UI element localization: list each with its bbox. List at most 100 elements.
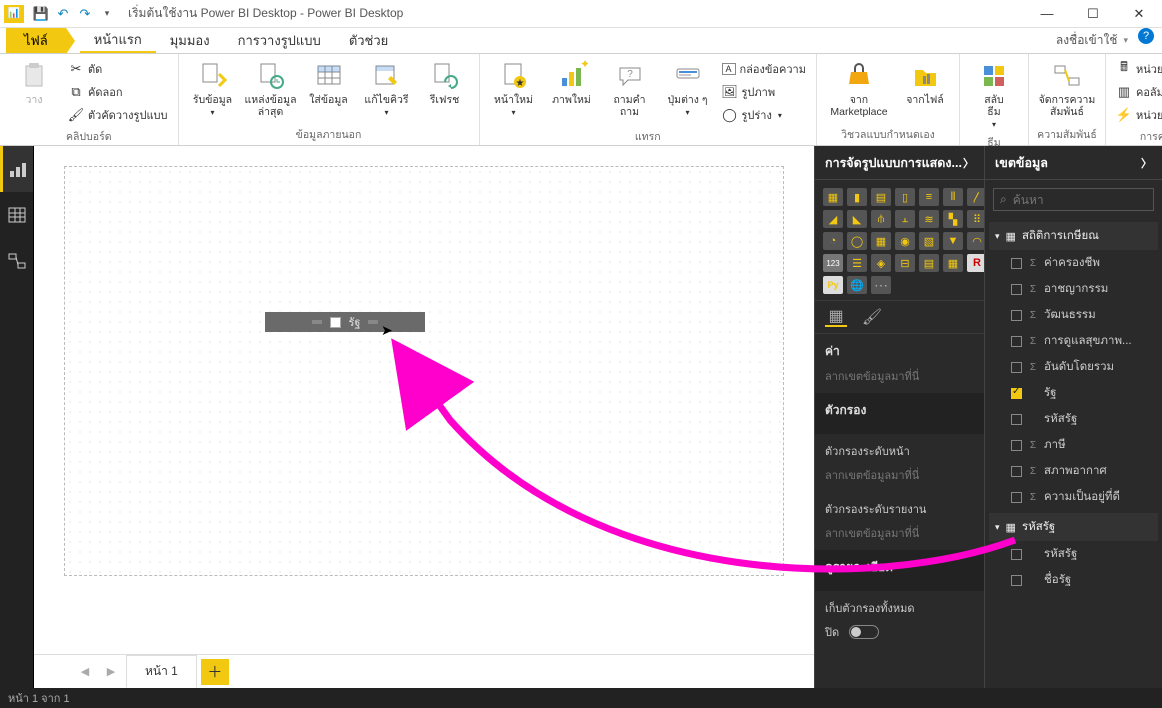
viz-pane-collapse[interactable]: 〉 xyxy=(963,155,974,171)
paste-button[interactable]: วาง xyxy=(6,58,62,108)
marketplace-button[interactable]: จาก Marketplace xyxy=(823,58,895,120)
viz-map[interactable]: ◉ xyxy=(895,232,915,250)
new-column-button[interactable]: ▥คอลัมน์ใหม่ xyxy=(1112,81,1162,103)
viz-waterfall[interactable]: ▚ xyxy=(943,210,963,228)
manage-rel-button[interactable]: จัดการความ สัมพันธ์ xyxy=(1035,58,1099,120)
redo-icon[interactable]: ↷ xyxy=(76,5,94,23)
viz-table[interactable]: ▤ xyxy=(919,254,939,272)
get-data-button[interactable]: รับข้อมูล▾ xyxy=(185,58,241,120)
format-tab-icon[interactable]: 🖌 xyxy=(861,307,883,327)
values-drop[interactable]: ลากเขตข้อมูลมาที่นี่ xyxy=(825,367,974,385)
switch-theme-button[interactable]: สลับ ธีม▾ xyxy=(966,58,1022,132)
minimize-button[interactable]: ― xyxy=(1024,0,1070,28)
field-item[interactable]: รัฐ xyxy=(989,380,1158,406)
field-item[interactable]: Σความเป็นอยู่ที่ดี xyxy=(989,484,1158,510)
tab-home[interactable]: หน้าแรก xyxy=(80,28,156,53)
field-item[interactable]: Σวัฒนธรรม xyxy=(989,302,1158,328)
field-item[interactable]: Σสภาพอากาศ xyxy=(989,458,1158,484)
page-filters-drop[interactable]: ลากเขตข้อมูลมาที่นี่ xyxy=(825,466,974,484)
format-painter-button[interactable]: 🖌ตัวคัดวางรูปแบบ xyxy=(64,104,172,126)
viz-combo2[interactable]: ⫠ xyxy=(895,210,915,228)
page-tab-1[interactable]: หน้า 1 xyxy=(126,655,197,688)
new-measure-button[interactable]: 🖩หน่วยวัดใหม่ xyxy=(1112,58,1162,80)
signin-link[interactable]: ลงชื่อเข้าใช้▾ xyxy=(1046,28,1138,53)
viz-kpi[interactable]: ◈ xyxy=(871,254,891,272)
shapes-button[interactable]: ◯รูปร่าง▾ xyxy=(718,104,810,126)
paste-icon xyxy=(18,60,50,92)
fields-search[interactable]: ⌕ xyxy=(993,188,1154,211)
viz-clusteredbar[interactable]: ▤ xyxy=(871,188,891,206)
buttons-button[interactable]: ปุ่มต่าง ๆ▾ xyxy=(660,58,716,120)
maximize-button[interactable]: ☐ xyxy=(1070,0,1116,28)
viz-area[interactable]: ◢ xyxy=(823,210,843,228)
edit-queries-button[interactable]: แก้ไขคิวรี▾ xyxy=(359,58,415,120)
qat-dropdown-icon[interactable]: ▾ xyxy=(98,5,116,23)
field-item[interactable]: Σค่าครองชีพ xyxy=(989,250,1158,276)
tab-file[interactable]: ไฟล์ xyxy=(6,28,66,53)
copy-button[interactable]: ⧉คัดลอก xyxy=(64,81,172,103)
enter-data-button[interactable]: ใส่ข้อมูล xyxy=(301,58,357,108)
report-filters-title: ตัวกรองระดับรายงาน xyxy=(825,500,974,518)
viz-combo1[interactable]: ⫛ xyxy=(871,210,891,228)
viz-more[interactable]: ⋯ xyxy=(871,276,891,294)
page-next[interactable]: ▶ xyxy=(100,665,122,678)
rail-data[interactable] xyxy=(0,192,33,238)
viz-funnel[interactable]: ▼ xyxy=(943,232,963,250)
field-item[interactable]: Σการดูแลสุขภาพ... xyxy=(989,328,1158,354)
field-item[interactable]: รหัสรัฐ xyxy=(989,406,1158,432)
viz-matrix[interactable]: ▦ xyxy=(943,254,963,272)
fields-pane-collapse[interactable]: 〉 xyxy=(1141,155,1152,171)
rail-model[interactable] xyxy=(0,238,33,284)
viz-stackedcolumn[interactable]: ▮ xyxy=(847,188,867,206)
save-icon[interactable]: 💾 xyxy=(32,5,50,23)
undo-icon[interactable]: ↶ xyxy=(54,5,72,23)
viz-ribbon[interactable]: ≋ xyxy=(919,210,939,228)
field-item[interactable]: Σอาชญากรรม xyxy=(989,276,1158,302)
field-item[interactable]: ชื่อรัฐ xyxy=(989,567,1158,593)
quick-access-toolbar: 💾 ↶ ↷ ▾ xyxy=(32,5,116,23)
page-prev[interactable]: ◀ xyxy=(74,665,96,678)
viz-donut[interactable]: ◯ xyxy=(847,232,867,250)
viz-filled-map[interactable]: ▧ xyxy=(919,232,939,250)
keepall-toggle[interactable] xyxy=(849,625,879,639)
close-button[interactable]: ✕ xyxy=(1116,0,1162,28)
viz-stacked-area[interactable]: ◣ xyxy=(847,210,867,228)
viz-card[interactable]: 123 xyxy=(823,254,843,272)
visual-placeholder[interactable]: รัฐ xyxy=(265,312,425,332)
viz-slicer[interactable]: ⊟ xyxy=(895,254,915,272)
viz-arcgis[interactable]: 🌐 xyxy=(847,276,867,294)
viz-100bar[interactable]: ≡ xyxy=(919,188,939,206)
viz-stackedbar[interactable]: ▦ xyxy=(823,188,843,206)
add-page-button[interactable]: ＋ xyxy=(201,659,229,685)
viz-multicard[interactable]: ☰ xyxy=(847,254,867,272)
cut-button[interactable]: ✂ตัด xyxy=(64,58,172,80)
quick-measure-button[interactable]: ⚡หน่วยวัดด่วนใหม่ xyxy=(1112,104,1162,126)
table-header[interactable]: ▾▦สถิติการเกษียณ xyxy=(989,222,1158,250)
textbox-button[interactable]: Aกล่องข้อความ xyxy=(718,58,810,80)
recent-sources-button[interactable]: แหล่งข้อมูล ล่าสุด xyxy=(243,58,299,120)
from-file-button[interactable]: จากไฟล์ xyxy=(897,58,953,108)
new-page-button[interactable]: ★หน้าใหม่▾ xyxy=(486,58,542,120)
search-input[interactable] xyxy=(1013,193,1162,207)
field-item[interactable]: Σภาษี xyxy=(989,432,1158,458)
report-page[interactable]: รัฐ ➤ xyxy=(64,166,784,576)
help-icon[interactable]: ? xyxy=(1138,28,1154,44)
viz-treemap[interactable]: ▦ xyxy=(871,232,891,250)
field-item[interactable]: รหัสรัฐ xyxy=(989,541,1158,567)
new-visual-button[interactable]: ✦ภาพใหม่ xyxy=(544,58,600,108)
tab-modeling[interactable]: การวางรูปแบบ xyxy=(224,28,335,53)
field-item[interactable]: Σอันดับโดยรวม xyxy=(989,354,1158,380)
viz-100column[interactable]: ⦀ xyxy=(943,188,963,206)
viz-clusteredcolumn[interactable]: ▯ xyxy=(895,188,915,206)
refresh-button[interactable]: รีเฟรช xyxy=(417,58,473,108)
rail-report[interactable] xyxy=(0,146,33,192)
viz-py[interactable]: Py xyxy=(823,276,843,294)
table-header[interactable]: ▾▦รหัสรัฐ xyxy=(989,513,1158,541)
qna-button[interactable]: ?ถามคำ ถาม xyxy=(602,58,658,120)
report-filters-drop[interactable]: ลากเขตข้อมูลมาที่นี่ xyxy=(825,524,974,542)
tab-help[interactable]: ตัวช่วย xyxy=(335,28,402,53)
fields-tab-icon[interactable]: ▦ xyxy=(825,307,847,327)
image-button[interactable]: 🖼รูปภาพ xyxy=(718,81,810,103)
tab-view[interactable]: มุมมอง xyxy=(156,28,224,53)
viz-pie[interactable]: ◔ xyxy=(823,232,843,250)
